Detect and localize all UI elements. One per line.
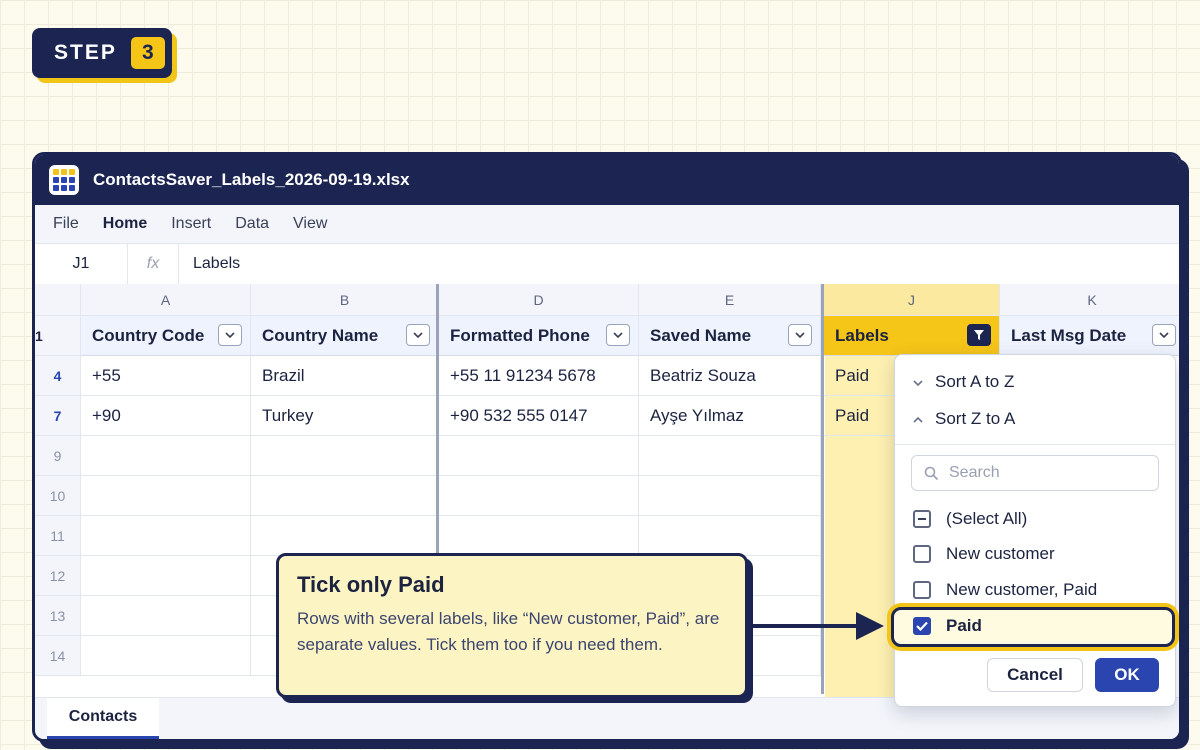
sort-a-to-z-label: Sort A to Z	[935, 372, 1015, 391]
row-number[interactable]: 14	[35, 636, 81, 676]
step-label: STEP	[54, 41, 117, 64]
row-number-1[interactable]: 1	[35, 316, 81, 356]
grid-corner	[35, 284, 81, 316]
cell-formatted-phone[interactable]: +55 11 91234 5678	[439, 356, 639, 396]
row-number[interactable]: 4	[35, 356, 81, 396]
header-last-msg-date[interactable]: Last Msg Date	[1000, 316, 1179, 356]
step-badge: STEP 3	[32, 28, 172, 78]
option-select-all[interactable]: (Select All)	[913, 509, 1027, 529]
row-number[interactable]: 10	[35, 476, 81, 516]
cell-country-code[interactable]: +55	[81, 356, 251, 396]
search-icon	[924, 466, 939, 481]
header-saved-name[interactable]: Saved Name	[639, 316, 821, 356]
column-letter-b[interactable]: B	[251, 284, 439, 316]
row-number[interactable]: 12	[35, 556, 81, 596]
menu-home[interactable]: Home	[103, 215, 147, 233]
filter-dropdown-icon[interactable]	[606, 324, 630, 346]
menu-insert[interactable]: Insert	[171, 215, 211, 233]
filter-dropdown-icon[interactable]	[788, 324, 812, 346]
arrow-right-icon	[748, 612, 884, 640]
menu-divider	[895, 444, 1175, 445]
header-labels-label: Labels	[835, 325, 889, 345]
header-country-name-label: Country Name	[262, 325, 379, 345]
sort-a-to-z[interactable]: Sort A to Z	[913, 372, 1014, 392]
menu-data[interactable]: Data	[235, 215, 269, 233]
option-label: (Select All)	[946, 509, 1028, 528]
column-letter-e[interactable]: E	[639, 284, 821, 316]
ok-button[interactable]: OK	[1095, 658, 1159, 692]
filter-dropdown-icon[interactable]	[218, 324, 242, 346]
active-filter-icon[interactable]	[967, 324, 991, 346]
indeterminate-checkbox-icon[interactable]	[913, 510, 931, 528]
filter-dropdown-icon[interactable]	[1152, 324, 1176, 346]
cell-formatted-phone[interactable]: +90 532 555 0147	[439, 396, 639, 436]
checked-checkbox-icon[interactable]	[913, 617, 931, 635]
window-title: ContactsSaver_Labels_2026-09-19.xlsx	[93, 170, 410, 189]
column-letter-j[interactable]: J	[824, 284, 1000, 316]
sort-z-to-a[interactable]: Sort Z to A	[913, 409, 1015, 429]
step-number: 3	[130, 37, 165, 69]
spreadsheet-app-icon	[49, 165, 79, 195]
sheet-tab-contacts[interactable]: Contacts	[47, 698, 159, 739]
sort-z-to-a-label: Sort Z to A	[935, 409, 1016, 428]
row-number[interactable]: 13	[35, 596, 81, 636]
chevron-up-icon	[913, 412, 935, 426]
filter-dropdown-icon[interactable]	[406, 324, 430, 346]
option-new-customer[interactable]: New customer	[913, 544, 1055, 564]
column-letter-d[interactable]: D	[439, 284, 639, 316]
row-number[interactable]: 9	[35, 436, 81, 476]
option-label: New customer, Paid	[946, 580, 1098, 599]
header-country-name[interactable]: Country Name	[251, 316, 439, 356]
option-new-customer-paid[interactable]: New customer, Paid	[913, 580, 1097, 600]
menu-bar: File Home Insert Data View	[35, 205, 1179, 244]
header-saved-name-label: Saved Name	[650, 325, 752, 345]
chevron-down-icon	[913, 375, 935, 389]
column-letter-a[interactable]: A	[81, 284, 251, 316]
header-country-code[interactable]: Country Code	[81, 316, 251, 356]
formula-bar: J1 fx Labels	[35, 244, 1179, 285]
row-number[interactable]: 7	[35, 396, 81, 436]
cell-country-name[interactable]: Brazil	[251, 356, 439, 396]
option-label: Paid	[946, 616, 982, 635]
checkbox-icon[interactable]	[913, 581, 931, 599]
column-letter-k[interactable]: K	[1000, 284, 1179, 316]
menu-file[interactable]: File	[53, 215, 79, 233]
option-label: New customer	[946, 544, 1055, 563]
tip-callout: Tick only Paid Rows with several labels,…	[276, 553, 748, 698]
cell-saved-name[interactable]: Ayşe Yılmaz	[639, 396, 821, 436]
row-number[interactable]: 11	[35, 516, 81, 556]
header-formatted-phone-label: Formatted Phone	[450, 325, 590, 345]
header-last-msg-date-label: Last Msg Date	[1011, 325, 1127, 345]
option-paid[interactable]: Paid	[913, 616, 982, 636]
filter-search-input[interactable]: Search	[911, 455, 1159, 491]
cell-reference-box[interactable]: J1	[35, 244, 128, 284]
menu-view[interactable]: View	[293, 215, 327, 233]
filter-dropdown-menu: Sort A to Z Sort Z to A Search (Select A…	[891, 354, 1176, 707]
search-placeholder: Search	[949, 464, 1000, 481]
column-divider	[250, 436, 251, 676]
checkbox-icon[interactable]	[913, 545, 931, 563]
callout-title: Tick only Paid	[297, 572, 445, 597]
cell-saved-name[interactable]: Beatriz Souza	[639, 356, 821, 396]
title-bar: ContactsSaver_Labels_2026-09-19.xlsx	[35, 155, 1179, 205]
callout-body: Rows with several labels, like “New cust…	[297, 609, 720, 654]
header-country-code-label: Country Code	[92, 325, 205, 345]
cell-country-code[interactable]: +90	[81, 396, 251, 436]
header-formatted-phone[interactable]: Formatted Phone	[439, 316, 639, 356]
cell-country-name[interactable]: Turkey	[251, 396, 439, 436]
header-labels[interactable]: Labels	[824, 316, 1000, 356]
formula-input[interactable]: Labels	[179, 255, 240, 273]
fx-icon: fx	[128, 244, 179, 284]
cancel-button[interactable]: Cancel	[987, 658, 1083, 692]
